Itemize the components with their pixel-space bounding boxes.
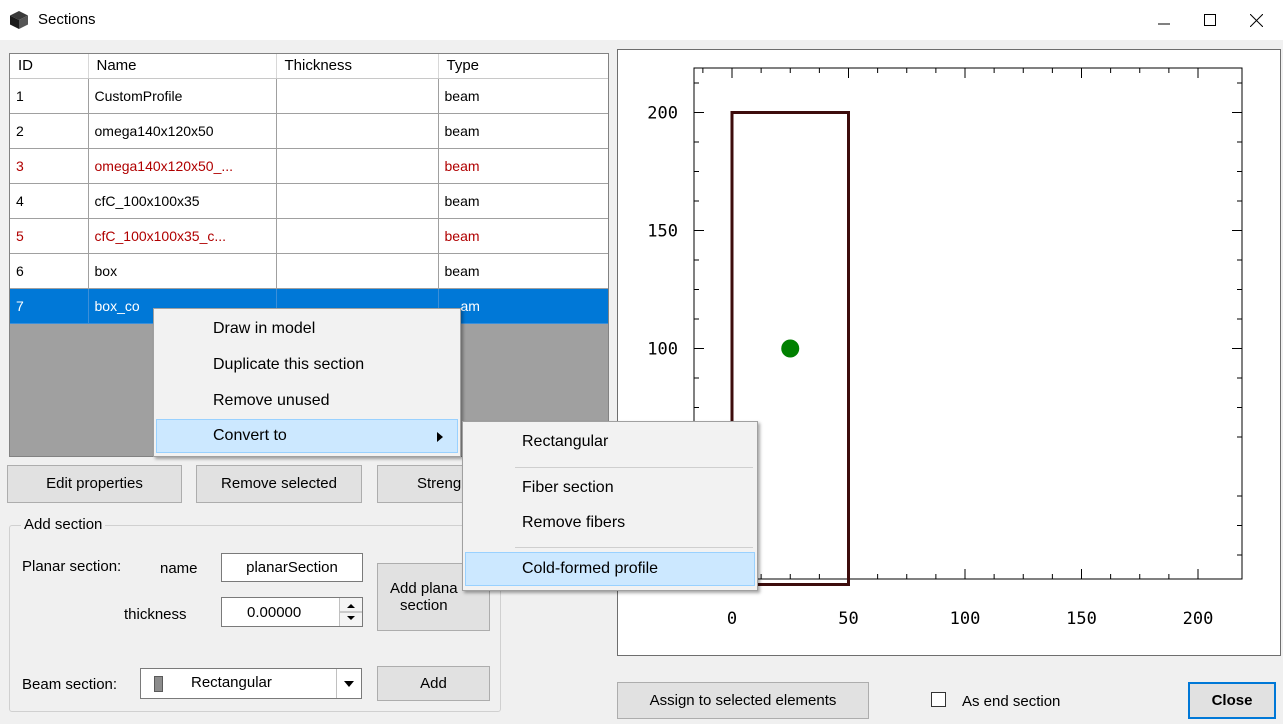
x-tick-label: 150 <box>1066 609 1097 629</box>
window-title: Sections <box>38 11 96 28</box>
submenu-item-cold-formed-profile[interactable]: Cold-formed profile <box>465 552 755 586</box>
submenu-item-fiber-section[interactable]: Fiber section <box>465 471 755 505</box>
beam-section-select[interactable]: Rectangular <box>140 668 362 699</box>
column-header-type[interactable]: Type <box>438 54 608 79</box>
table-row[interactable]: 1 CustomProfile beam <box>10 78 608 114</box>
column-header-thickness[interactable]: Thickness <box>276 54 439 79</box>
cell-name[interactable]: omega140x120x50_... <box>88 148 277 184</box>
submenu-item-remove-fibers[interactable]: Remove fibers <box>465 506 755 540</box>
end-section-label: As end section <box>962 693 1061 710</box>
rectangle-shape-icon <box>154 676 163 692</box>
y-tick-label: 200 <box>647 104 678 124</box>
y-tick-label: 150 <box>647 222 678 242</box>
x-tick-label: 0 <box>727 609 737 629</box>
table-row[interactable]: 6 box beam <box>10 253 608 289</box>
y-tick-label: 100 <box>647 340 678 360</box>
assign-to-selected-button[interactable]: Assign to selected elements <box>617 682 869 719</box>
cell-type[interactable]: beam <box>438 218 608 254</box>
cell-thickness[interactable] <box>276 253 439 289</box>
remove-selected-button[interactable]: Remove selected <box>196 465 362 503</box>
menu-item-duplicate-section[interactable]: Duplicate this section <box>156 348 458 382</box>
name-label: name <box>160 560 198 577</box>
add-button[interactable]: Add <box>377 666 490 701</box>
column-header-id[interactable]: ID <box>10 54 89 79</box>
beam-section-label: Beam section: <box>22 676 118 693</box>
cell-type[interactable]: beam <box>438 148 608 184</box>
table-row[interactable]: 5 cfC_100x100x35_c... beam <box>10 218 608 254</box>
cell-id[interactable]: 4 <box>10 183 89 219</box>
cell-id[interactable]: 3 <box>10 148 89 184</box>
dropdown-button[interactable] <box>336 669 361 698</box>
cell-name[interactable]: cfC_100x100x35 <box>88 183 277 219</box>
submenu-item-rectangular[interactable]: Rectangular <box>465 425 755 459</box>
cell-name[interactable]: box <box>88 253 277 289</box>
maximize-button[interactable] <box>1187 0 1233 40</box>
thickness-label: thickness <box>124 606 187 623</box>
cell-thickness[interactable] <box>276 218 439 254</box>
table-row[interactable]: 4 cfC_100x100x35 beam <box>10 183 608 219</box>
submenu-arrow-icon <box>437 432 443 442</box>
plot-axes-frame <box>693 67 1243 580</box>
menu-item-remove-unused[interactable]: Remove unused <box>156 384 458 418</box>
column-header-name[interactable]: Name <box>88 54 277 79</box>
close-icon <box>1249 13 1263 27</box>
x-tick-label: 200 <box>1183 609 1214 629</box>
table-header: ID Name Thickness Type <box>10 54 608 79</box>
planar-name-input[interactable]: planarSection <box>221 553 363 582</box>
table-row[interactable]: 2 omega140x120x50 beam <box>10 113 608 149</box>
menu-separator <box>515 467 753 468</box>
cell-name[interactable]: omega140x120x50 <box>88 113 277 149</box>
convert-to-submenu: Rectangular Fiber section Remove fibers … <box>462 421 758 591</box>
x-tick-label: 100 <box>950 609 981 629</box>
app-cube-icon <box>10 11 28 29</box>
cell-id[interactable]: 5 <box>10 218 89 254</box>
cell-id[interactable]: 2 <box>10 113 89 149</box>
thickness-value: 0.00000 <box>247 603 302 621</box>
convert-to-label: Convert to <box>213 427 287 444</box>
menu-item-draw-in-model[interactable]: Draw in model <box>156 312 458 346</box>
cell-thickness[interactable] <box>276 183 439 219</box>
spinner-arrows-icon <box>340 604 362 620</box>
cell-id[interactable]: 1 <box>10 78 89 114</box>
context-menu: Draw in model Duplicate this section Rem… <box>153 308 461 457</box>
menu-item-convert-to[interactable]: Convert to <box>156 419 458 453</box>
close-window-button[interactable] <box>1233 0 1279 40</box>
title-bar <box>0 0 1283 40</box>
cell-thickness[interactable] <box>276 148 439 184</box>
cell-name[interactable]: cfC_100x100x35_c... <box>88 218 277 254</box>
end-section-checkbox[interactable] <box>931 692 946 707</box>
add-section-legend: Add section <box>21 516 106 533</box>
centroid-point <box>781 339 800 358</box>
cell-type[interactable]: am <box>438 288 608 324</box>
thickness-spinner[interactable] <box>339 598 362 626</box>
cell-id[interactable]: 6 <box>10 253 89 289</box>
minimize-button[interactable] <box>1141 0 1187 40</box>
minimize-icon <box>1158 23 1170 25</box>
cell-type[interactable]: beam <box>438 78 608 114</box>
cell-type[interactable]: beam <box>438 183 608 219</box>
beam-section-value: Rectangular <box>191 674 272 691</box>
chevron-down-icon <box>344 680 354 687</box>
menu-separator <box>515 547 753 548</box>
cell-id[interactable]: 7 <box>10 288 89 324</box>
maximize-icon <box>1204 14 1216 26</box>
cell-thickness[interactable] <box>276 113 439 149</box>
cell-type[interactable]: beam <box>438 113 608 149</box>
cell-name[interactable]: CustomProfile <box>88 78 277 114</box>
close-button[interactable]: Close <box>1188 682 1276 719</box>
edit-properties-button[interactable]: Edit properties <box>7 465 182 503</box>
cell-type[interactable]: beam <box>438 253 608 289</box>
table-row[interactable]: 3 omega140x120x50_... beam <box>10 148 608 184</box>
planar-section-label: Planar section: <box>22 558 122 575</box>
cell-thickness[interactable] <box>276 78 439 114</box>
x-tick-label: 50 <box>838 609 858 629</box>
